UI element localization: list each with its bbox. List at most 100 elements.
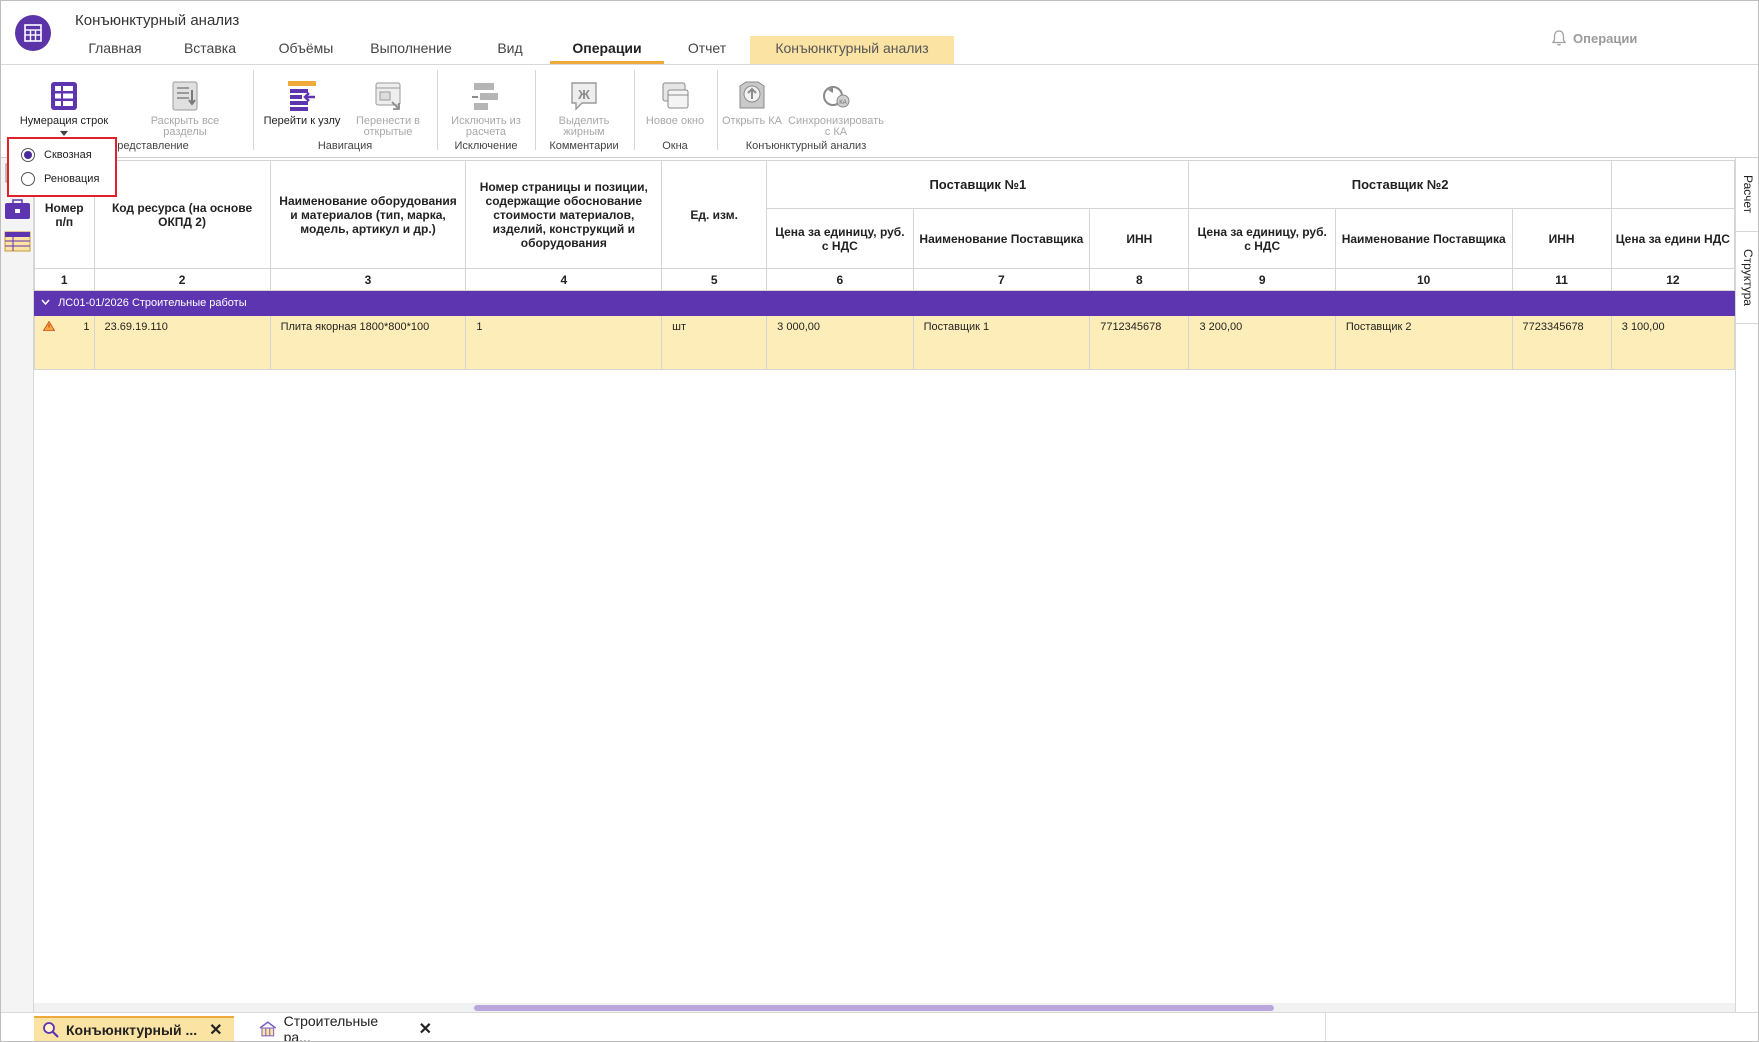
header-supplier-3 — [1610, 160, 1735, 209]
tab-execution[interactable]: Выполнение — [352, 36, 470, 64]
tab-report[interactable]: Отчет — [664, 36, 750, 64]
row-numbering-button[interactable]: Нумерация строк — [14, 80, 114, 136]
cell-supplier-2[interactable]: Поставщик 2 — [1334, 315, 1513, 370]
bold-label: Выделить жирным — [558, 115, 610, 138]
svg-text:КА: КА — [839, 100, 847, 106]
cell-price-2[interactable]: 3 200,00 — [1188, 315, 1336, 370]
exclude-from-calc-button[interactable]: Исключить из расчета — [441, 80, 531, 138]
radio-empty-icon[interactable] — [21, 172, 35, 186]
data-grid: Номер п/п Код ресурса (на основе ОКПД 2)… — [34, 160, 1735, 1008]
header-price-3[interactable]: Цена за едини НДС — [1610, 208, 1735, 269]
cell-page[interactable]: 1 — [465, 315, 663, 370]
header-price-2[interactable]: Цена за единицу, руб. с НДС — [1188, 208, 1336, 269]
chevron-down-icon[interactable] — [41, 297, 50, 309]
resource-table: Номер п/п Код ресурса (на основе ОКПД 2)… — [34, 160, 1735, 370]
side-tab-calc[interactable]: Расчет — [1736, 158, 1759, 232]
sidebar-briefcase-icon[interactable] — [4, 199, 31, 221]
cell-name[interactable]: Плита якорная 1800*800*100 — [269, 315, 467, 370]
group-windows-label: Окна — [662, 140, 688, 152]
cell-unit[interactable]: шт — [661, 315, 768, 370]
cell-inn-2[interactable]: 7723345678 — [1511, 315, 1612, 370]
header-price-1[interactable]: Цена за единицу, руб. с НДС — [766, 208, 914, 269]
column-number: 5 — [661, 268, 768, 291]
window-title: Конъюнктурный анализ — [75, 12, 240, 29]
tab-volumes[interactable]: Объёмы — [260, 36, 352, 64]
cell-price-3[interactable]: 3 100,00 — [1610, 315, 1735, 370]
open-ka-icon — [739, 81, 765, 109]
radio-selected-icon[interactable] — [21, 148, 35, 162]
goto-node-button[interactable]: Перейти к узлу — [259, 80, 345, 127]
radio-option-continuous[interactable]: Сквозная — [21, 148, 92, 162]
document-tabs: Конъюнктурный ... ✕ Строительные ра... ✕ — [0, 1012, 1759, 1042]
header-unit[interactable]: Ед. изм. — [661, 160, 768, 269]
group-row[interactable]: ЛС01-01/2026 Строительные работы — [34, 290, 1735, 316]
group-label: ЛС01-01/2026 Строительные работы — [58, 297, 247, 309]
dropdown-arrow-icon — [60, 131, 68, 136]
exclude-label: Исключить из расчета — [451, 115, 521, 138]
group-comments-label: Комментарии — [549, 140, 619, 152]
calculator-icon — [24, 24, 42, 42]
ribbon-tabs: Главная Вставка Объёмы Выполнение Вид Оп… — [70, 36, 954, 64]
close-icon[interactable]: ✕ — [419, 1019, 432, 1039]
cell-inn-1[interactable]: 7712345678 — [1089, 315, 1190, 370]
new-window-button[interactable]: Новое окно — [639, 80, 711, 127]
goto-node-icon — [288, 81, 316, 111]
sidebar-table-icon[interactable] — [4, 230, 31, 252]
radio-label: Реновация — [44, 173, 100, 185]
doc-tab-market-analysis[interactable]: Конъюнктурный ... ✕ — [34, 1016, 234, 1042]
open-ka-button[interactable]: Открыть КА — [722, 80, 782, 127]
cell-supplier-1[interactable]: Поставщик 1 — [912, 315, 1091, 370]
right-sidebar: Расчет Структура — [1735, 158, 1759, 1012]
ribbon-separator — [634, 70, 635, 150]
group-navigation-label: Навигация — [317, 140, 373, 152]
header-code[interactable]: Код ресурса (на основе ОКПД 2) — [93, 160, 271, 269]
column-number: 3 — [269, 268, 467, 291]
expand-sections-icon — [172, 81, 198, 111]
header-supplier-name-2[interactable]: Наименование Поставщика — [1334, 208, 1513, 269]
group-market-analysis-label: Конъюнктурный анализ — [745, 140, 867, 152]
cell-price-1[interactable]: 3 000,00 — [766, 315, 914, 370]
header-inn-2[interactable]: ИНН — [1511, 208, 1612, 269]
radio-option-renovation[interactable]: Реновация — [21, 172, 99, 186]
tab-insert[interactable]: Вставка — [160, 36, 260, 64]
expand-all-button[interactable]: Раскрыть все разделы — [140, 80, 230, 138]
tab-home[interactable]: Главная — [70, 36, 160, 64]
move-to-open-button[interactable]: Перенести в открытые — [347, 80, 429, 138]
notifications-label: Операции — [1573, 30, 1638, 46]
sync-icon: КА — [823, 86, 850, 108]
svg-text:Ж: Ж — [577, 87, 590, 102]
close-icon[interactable]: ✕ — [209, 1020, 222, 1040]
ribbon-separator — [253, 70, 254, 150]
building-icon — [259, 1021, 277, 1037]
header-supplier-name-1[interactable]: Наименование Поставщика — [912, 208, 1091, 269]
radio-label: Сквозная — [44, 149, 92, 161]
table-row[interactable]: 1 23.69.19.110 Плита якорная 1800*800*10… — [34, 315, 1735, 370]
bold-comment-icon: Ж — [571, 82, 597, 111]
scrollbar-thumb[interactable] — [474, 1005, 1274, 1011]
sync-ka-button[interactable]: КА Синхронизировать с КА — [784, 80, 888, 138]
notifications[interactable]: Операции — [1551, 29, 1637, 47]
bell-icon — [1551, 30, 1567, 46]
header-page[interactable]: Номер страницы и позиции, содержащие обо… — [465, 160, 663, 269]
expand-all-label: Раскрыть все разделы — [150, 115, 220, 138]
tab-operations[interactable]: Операции — [550, 36, 664, 64]
cell-num: 1 — [83, 321, 90, 333]
group-exclusion-label: Исключение — [454, 140, 518, 152]
column-number: 9 — [1188, 268, 1336, 291]
header-supplier-1: Поставщик №1 — [766, 160, 1190, 209]
divider — [1325, 1013, 1326, 1041]
bold-button[interactable]: Ж Выделить жирным — [542, 80, 626, 138]
tab-market-analysis[interactable]: Конъюнктурный анализ — [750, 36, 954, 64]
column-number: 11 — [1511, 268, 1612, 291]
app-logo[interactable] — [15, 15, 51, 51]
new-window-label: Новое окно — [645, 115, 705, 127]
ribbon-separator — [717, 70, 718, 150]
doc-tab-construction[interactable]: Строительные ра... ✕ — [250, 1013, 440, 1042]
header-name[interactable]: Наименование оборудования и материалов (… — [269, 160, 467, 269]
header-inn-1[interactable]: ИНН — [1089, 208, 1190, 269]
side-tab-structure[interactable]: Структура — [1736, 232, 1759, 324]
cell-code[interactable]: 23.69.19.110 — [93, 315, 271, 370]
doc-tab-label: Конъюнктурный ... — [66, 1022, 198, 1038]
tab-view[interactable]: Вид — [470, 36, 550, 64]
move-window-icon — [375, 82, 401, 110]
